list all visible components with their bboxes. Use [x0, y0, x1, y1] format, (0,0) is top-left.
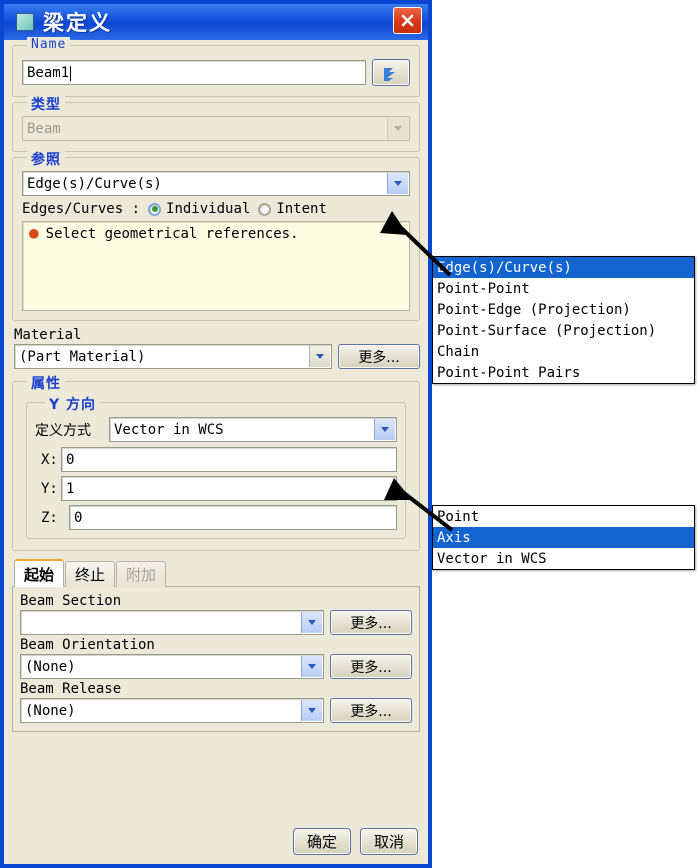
edges-curves-row: Edges/Curves : Individual Intent — [22, 201, 410, 217]
dropdown-option-point-edge[interactable]: Point-Edge (Projection) — [433, 299, 694, 320]
chevron-down-icon[interactable] — [387, 173, 408, 194]
chevron-down-icon — [387, 118, 408, 139]
material-section: Material (Part Material) 更多... — [14, 327, 420, 369]
dialog-body: Name Beam1 类型 Beam 参照 Edge(s)/Curve(s) E… — [4, 37, 428, 864]
name-input[interactable]: Beam1 — [22, 60, 366, 85]
z-field-row: Z: 0 — [35, 505, 397, 530]
dialog-titlebar[interactable]: 梁定义 — [4, 4, 428, 40]
tab-panel-start: Beam Section 更多... Beam Orientation (Non… — [12, 586, 420, 732]
list-item[interactable]: ● Select geometrical references. — [29, 223, 403, 243]
name-input-value: Beam1 — [27, 65, 70, 81]
beam-release-value: (None) — [25, 702, 76, 719]
dropdown-option-point[interactable]: Point — [433, 506, 694, 527]
x-input-value: 0 — [66, 452, 75, 468]
x-field-row: X: 0 — [35, 447, 397, 472]
define-method-dropdown[interactable]: Point Axis Vector in WCS — [432, 505, 695, 570]
beam-section-label: Beam Section — [20, 593, 122, 609]
tab-additional: 附加 — [116, 561, 167, 587]
beam-section-combo[interactable] — [20, 610, 324, 635]
status-message: Select geometrical references. — [45, 226, 299, 242]
beam-definition-dialog: 梁定义 Name Beam1 类型 Beam 参照 Edge(s)/Curve(… — [0, 0, 432, 868]
radio-intent-label: Intent — [276, 201, 327, 217]
define-method-value: Vector in WCS — [114, 421, 224, 438]
y-input-value: 1 — [66, 481, 75, 497]
dialog-footer: 确定 取消 — [293, 828, 418, 855]
beam-section-more-button[interactable]: 更多... — [330, 610, 412, 635]
tab-end[interactable]: 终止 — [65, 561, 116, 587]
close-icon[interactable] — [393, 7, 422, 34]
define-method-combo[interactable]: Vector in WCS — [109, 417, 397, 442]
type-group: 类型 Beam — [12, 94, 420, 152]
type-group-legend: 类型 — [27, 94, 65, 114]
y-field-row: Y: 1 — [35, 476, 397, 501]
tab-start[interactable]: 起始 — [14, 559, 65, 587]
dropdown-option-vector-in-wcs[interactable]: Vector in WCS — [433, 548, 694, 569]
beam-tabs-section: 起始 终止 附加 Beam Section 更多... Beam Orienta… — [12, 559, 420, 732]
define-method-label: 定义方式 — [35, 422, 91, 439]
screen-root: 梁定义 Name Beam1 类型 Beam 参照 Edge(s)/Curve(… — [0, 0, 697, 868]
edges-curves-label: Edges/Curves : — [22, 201, 141, 217]
reference-type-value: Edge(s)/Curve(s) — [27, 175, 162, 192]
properties-group-legend: 属性 — [27, 373, 65, 393]
y-direction-legend: Y 方向 — [45, 394, 101, 414]
chevron-down-icon[interactable] — [301, 656, 322, 677]
chevron-down-icon[interactable] — [301, 612, 322, 633]
tabstrip: 起始 终止 附加 — [14, 559, 420, 587]
x-input[interactable]: 0 — [61, 447, 397, 472]
regenerate-button[interactable] — [372, 59, 410, 86]
material-combo-value: (Part Material) — [19, 348, 146, 365]
dropdown-option-point-point[interactable]: Point-Point — [433, 278, 694, 299]
y-label: Y: — [41, 480, 58, 497]
beam-icon — [16, 13, 34, 31]
material-combo[interactable]: (Part Material) — [14, 344, 332, 369]
material-label: Material — [14, 327, 82, 343]
beam-release-combo[interactable]: (None) — [20, 698, 324, 723]
reference-group: 参照 Edge(s)/Curve(s) Edges/Curves : Indiv… — [12, 149, 420, 321]
radio-individual[interactable] — [148, 202, 162, 216]
dropdown-option-chain[interactable]: Chain — [433, 341, 694, 362]
type-combo-value: Beam — [27, 120, 61, 137]
beam-orientation-label: Beam Orientation — [20, 637, 155, 653]
beam-release-label: Beam Release — [20, 681, 122, 697]
properties-group: 属性 Y 方向 定义方式 Vector in WCS X: 0 Y: 1 Z: … — [12, 373, 420, 551]
z-input-value: 0 — [74, 510, 83, 526]
z-label: Z: — [41, 509, 58, 526]
beam-orientation-more-button[interactable]: 更多... — [330, 654, 412, 679]
radio-intent[interactable] — [258, 202, 272, 216]
chevron-down-icon[interactable] — [309, 346, 330, 367]
type-combo: Beam — [22, 116, 410, 141]
dropdown-option-edges-curves[interactable]: Edge(s)/Curve(s) — [433, 257, 694, 278]
beam-orientation-value: (None) — [25, 658, 76, 675]
name-group-legend: Name — [27, 37, 71, 52]
cancel-button[interactable]: 取消 — [360, 828, 418, 855]
dropdown-option-point-surface[interactable]: Point-Surface (Projection) — [433, 320, 694, 341]
radio-individual-label: Individual — [166, 201, 251, 217]
dropdown-option-axis[interactable]: Axis — [433, 527, 694, 548]
z-input[interactable]: 0 — [69, 505, 397, 530]
name-group: Name Beam1 — [12, 37, 420, 97]
reference-type-combo[interactable]: Edge(s)/Curve(s) — [22, 171, 410, 196]
regenerate-icon — [384, 67, 395, 81]
reference-type-dropdown[interactable]: Edge(s)/Curve(s) Point-Point Point-Edge … — [432, 256, 695, 384]
reference-group-legend: 参照 — [27, 149, 65, 169]
y-input[interactable]: 1 — [61, 476, 397, 501]
material-more-button[interactable]: 更多... — [338, 344, 420, 369]
chevron-down-icon[interactable] — [301, 700, 322, 721]
dropdown-option-point-point-pairs[interactable]: Point-Point Pairs — [433, 362, 694, 383]
bullet-icon: ● — [29, 223, 39, 242]
text-caret — [70, 65, 72, 81]
ok-button[interactable]: 确定 — [293, 828, 351, 855]
y-direction-group: Y 方向 定义方式 Vector in WCS X: 0 Y: 1 Z: 0 — [26, 394, 406, 539]
reference-listbox[interactable]: ● Select geometrical references. — [22, 221, 410, 311]
chevron-down-icon[interactable] — [374, 419, 395, 440]
x-label: X: — [41, 451, 58, 468]
dialog-title: 梁定义 — [43, 11, 112, 35]
beam-release-more-button[interactable]: 更多... — [330, 698, 412, 723]
beam-orientation-combo[interactable]: (None) — [20, 654, 324, 679]
